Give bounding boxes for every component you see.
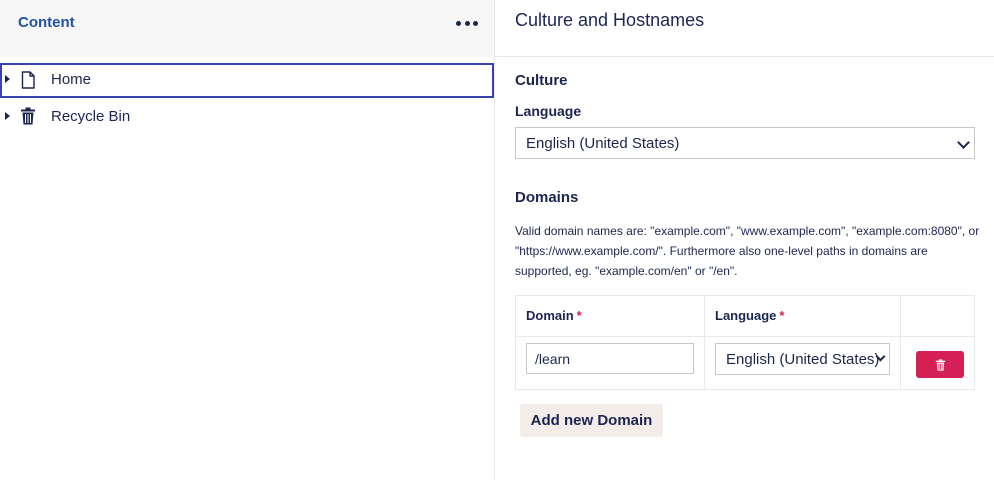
language-select[interactable]: English (United States) xyxy=(515,127,975,159)
column-header-language: Language * xyxy=(705,296,901,337)
chevron-down-icon xyxy=(957,136,970,149)
page-title: Culture and Hostnames xyxy=(515,10,705,30)
tree-item-label: Recycle Bin xyxy=(51,108,131,125)
dot xyxy=(464,21,470,26)
trash-icon xyxy=(21,107,35,125)
column-header-domain: Domain * xyxy=(516,296,705,337)
domain-language-value: English (United States) xyxy=(726,350,880,368)
language-select-value: English (United States) xyxy=(526,134,680,152)
caret-right-icon[interactable] xyxy=(5,112,10,120)
column-header-label: Domain xyxy=(526,308,574,323)
document-icon xyxy=(21,71,35,89)
tree-header: Content xyxy=(0,0,494,57)
domain-input[interactable] xyxy=(526,343,694,374)
add-domain-button[interactable]: Add new Domain xyxy=(520,404,663,437)
domains-table: Domain* Language* English (United States… xyxy=(515,295,975,390)
tree-title[interactable]: Content xyxy=(18,14,75,31)
language-label: Language xyxy=(515,103,582,119)
tree-item-recycle-bin[interactable]: Recycle Bin xyxy=(0,100,494,135)
column-header-actions xyxy=(901,296,974,337)
culture-hostnames-panel: Culture and Hostnames Culture Language E… xyxy=(495,0,994,480)
required-mark: * xyxy=(779,308,785,323)
delete-domain-button[interactable] xyxy=(916,351,964,378)
tree-item-home[interactable]: Home xyxy=(0,63,494,98)
more-dots-icon[interactable] xyxy=(456,21,478,27)
tree-item-label: Home xyxy=(51,71,92,88)
column-header-label: Language xyxy=(715,308,777,323)
panel-header: Culture and Hostnames xyxy=(495,0,994,57)
dot xyxy=(456,21,461,26)
domains-section-title: Domains xyxy=(515,189,579,206)
dot xyxy=(473,21,478,26)
trash-icon xyxy=(935,358,945,371)
content-tree-panel: Content Home Recycle Bin xyxy=(0,0,495,480)
domains-help-text: Valid domain names are: "example.com", "… xyxy=(515,224,980,278)
caret-right-icon[interactable] xyxy=(5,75,10,83)
domain-language-select[interactable]: English (United States) xyxy=(715,343,890,375)
culture-section-title: Culture xyxy=(515,72,568,89)
required-mark: * xyxy=(576,308,582,323)
